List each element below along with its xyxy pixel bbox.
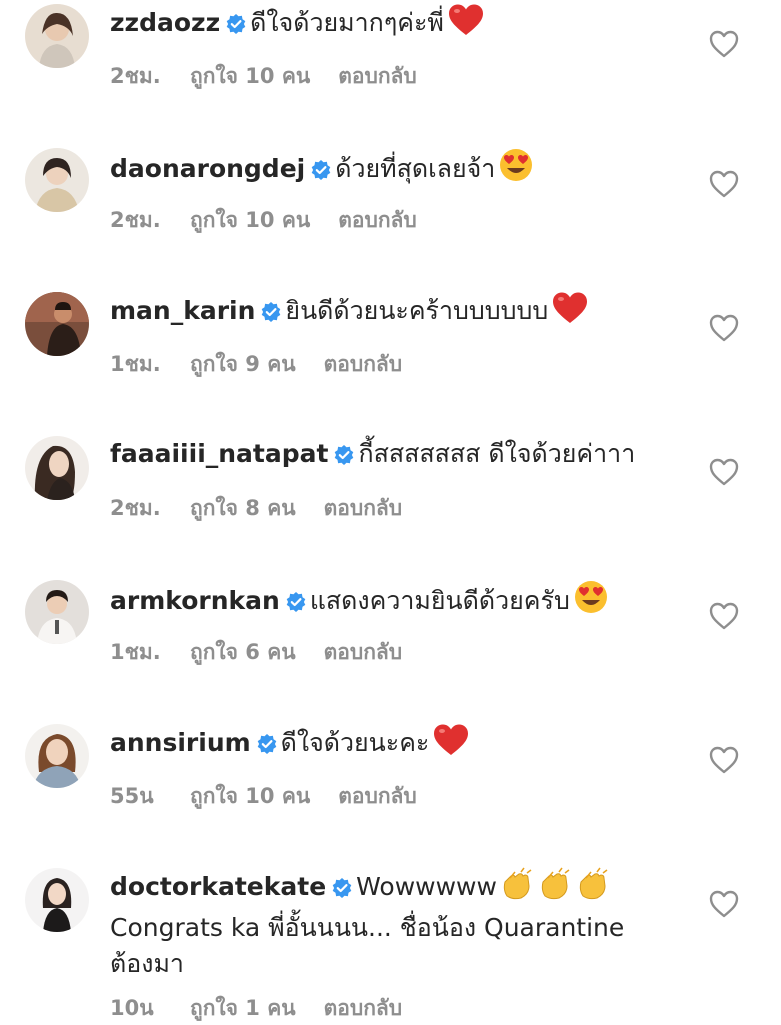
verified-badge-icon [226,8,246,44]
comment-time: 1ชม. [110,640,161,664]
heart-eyes-emoji-icon [574,580,608,624]
comment-body: zzdaozz ดีใจด้วยมากๆค่ะพี่ [110,4,700,46]
avatar[interactable] [25,148,89,212]
comment-body: armkornkan แสดงความยินดีด้วยครับ [110,580,700,624]
comment-meta: 2ชม. ถูกใจ 10 คน ตอบกลับ [110,60,417,93]
verified-badge-icon [261,296,281,332]
comment-time: 2ชม. [110,208,161,232]
comment-time: 1ชม. [110,352,161,376]
comment-meta: 55น ถูกใจ 10 คน ตอบกลับ [110,780,417,813]
comment-body: faaaiiii_natapat กี้สสสสสสส ดีใจด้วยค่าาา [110,436,700,475]
avatar[interactable] [25,436,89,500]
like-heart-icon[interactable] [709,746,739,774]
comment-body: annsirium ดีใจด้วยนะคะ [110,724,700,766]
reply-button[interactable]: ตอบกลับ [338,204,417,237]
like-heart-icon[interactable] [709,602,739,630]
likes-count[interactable]: ถูกใจ 9 คน [190,348,296,381]
likes-count[interactable]: ถูกใจ 8 คน [190,492,296,525]
comment-text-line-2: Congrats ka พี่อั้นนนน... ชื่อน้อง Quara… [110,913,625,942]
verified-badge-icon [334,439,354,475]
comment-text: ยินดีด้วยนะคร้าบบบบบบ [285,296,549,325]
username[interactable]: man_karin [110,296,255,325]
likes-count[interactable]: ถูกใจ 10 คน [190,204,310,237]
like-heart-icon[interactable] [709,30,739,58]
heart-emoji-icon [552,292,588,334]
avatar[interactable] [25,868,89,932]
username[interactable]: daonarongdej [110,154,305,183]
verified-badge-icon [286,586,306,622]
comment-text: ด้วยที่สุดเลยจ้า [335,154,496,183]
comment-body: daonarongdej ด้วยที่สุดเลยจ้า [110,148,700,192]
reply-button[interactable]: ตอบกลับ [324,992,403,1025]
likes-count[interactable]: ถูกใจ 10 คน [190,60,310,93]
heart-eyes-emoji-icon [499,148,533,192]
comment-text-line-3: ต้องมา [110,949,184,978]
reply-button[interactable]: ตอบกลับ [324,636,403,669]
like-heart-icon[interactable] [709,314,739,342]
avatar[interactable] [25,580,89,644]
avatar[interactable] [25,724,89,788]
comment-body: man_karin ยินดีด้วยนะคร้าบบบบบบ [110,292,700,334]
heart-emoji-icon [433,724,469,766]
like-heart-icon[interactable] [709,170,739,198]
comment-meta: 1ชม. ถูกใจ 6 คน ตอบกลับ [110,636,402,669]
avatar[interactable] [25,292,89,356]
comment-body: doctorkatekate Wowwwww Congrats ka พี่อั้น… [110,866,700,982]
comment-text: ดีใจด้วยมากๆค่ะพี่ [250,8,444,37]
comment-time: 2ชม. [110,496,161,520]
avatar[interactable] [25,4,89,68]
likes-count[interactable]: ถูกใจ 1 คน [190,992,296,1025]
like-heart-icon[interactable] [709,890,739,918]
comment-time: 55น [110,784,154,808]
reply-button[interactable]: ตอบกลับ [338,60,417,93]
reply-button[interactable]: ตอบกลับ [324,492,403,525]
likes-count[interactable]: ถูกใจ 6 คน [190,636,296,669]
username[interactable]: doctorkatekate [110,872,326,901]
comment-meta: 1ชม. ถูกใจ 9 คน ตอบกลับ [110,348,402,381]
comment-text: แสดงความยินดีด้วยครับ [309,586,570,615]
comment-meta: 2ชม. ถูกใจ 8 คน ตอบกลับ [110,492,402,525]
comment-meta: 2ชม. ถูกใจ 10 คน ตอบกลับ [110,204,417,237]
like-heart-icon[interactable] [709,458,739,486]
reply-button[interactable]: ตอบกลับ [324,348,403,381]
username[interactable]: armkornkan [110,586,280,615]
verified-badge-icon [311,154,331,190]
comment-text: ดีใจด้วยนะคะ [280,728,430,757]
comment-time: 10น [110,996,154,1020]
verified-badge-icon [332,872,352,908]
comment-time: 2ชม. [110,64,161,88]
username[interactable]: faaaiiii_natapat [110,439,328,468]
username[interactable]: annsirium [110,728,251,757]
clapping-hands-emoji-icon [501,866,613,910]
comment-text: กี้สสสสสสส ดีใจด้วยค่าาา [358,439,636,468]
username[interactable]: zzdaozz [110,8,220,37]
reply-button[interactable]: ตอบกลับ [338,780,417,813]
heart-emoji-icon [448,4,484,46]
likes-count[interactable]: ถูกใจ 10 คน [190,780,310,813]
comment-meta: 10น ถูกใจ 1 คน ตอบกลับ [110,992,402,1025]
comment-text: Wowwwww [356,872,497,901]
verified-badge-icon [257,728,277,764]
